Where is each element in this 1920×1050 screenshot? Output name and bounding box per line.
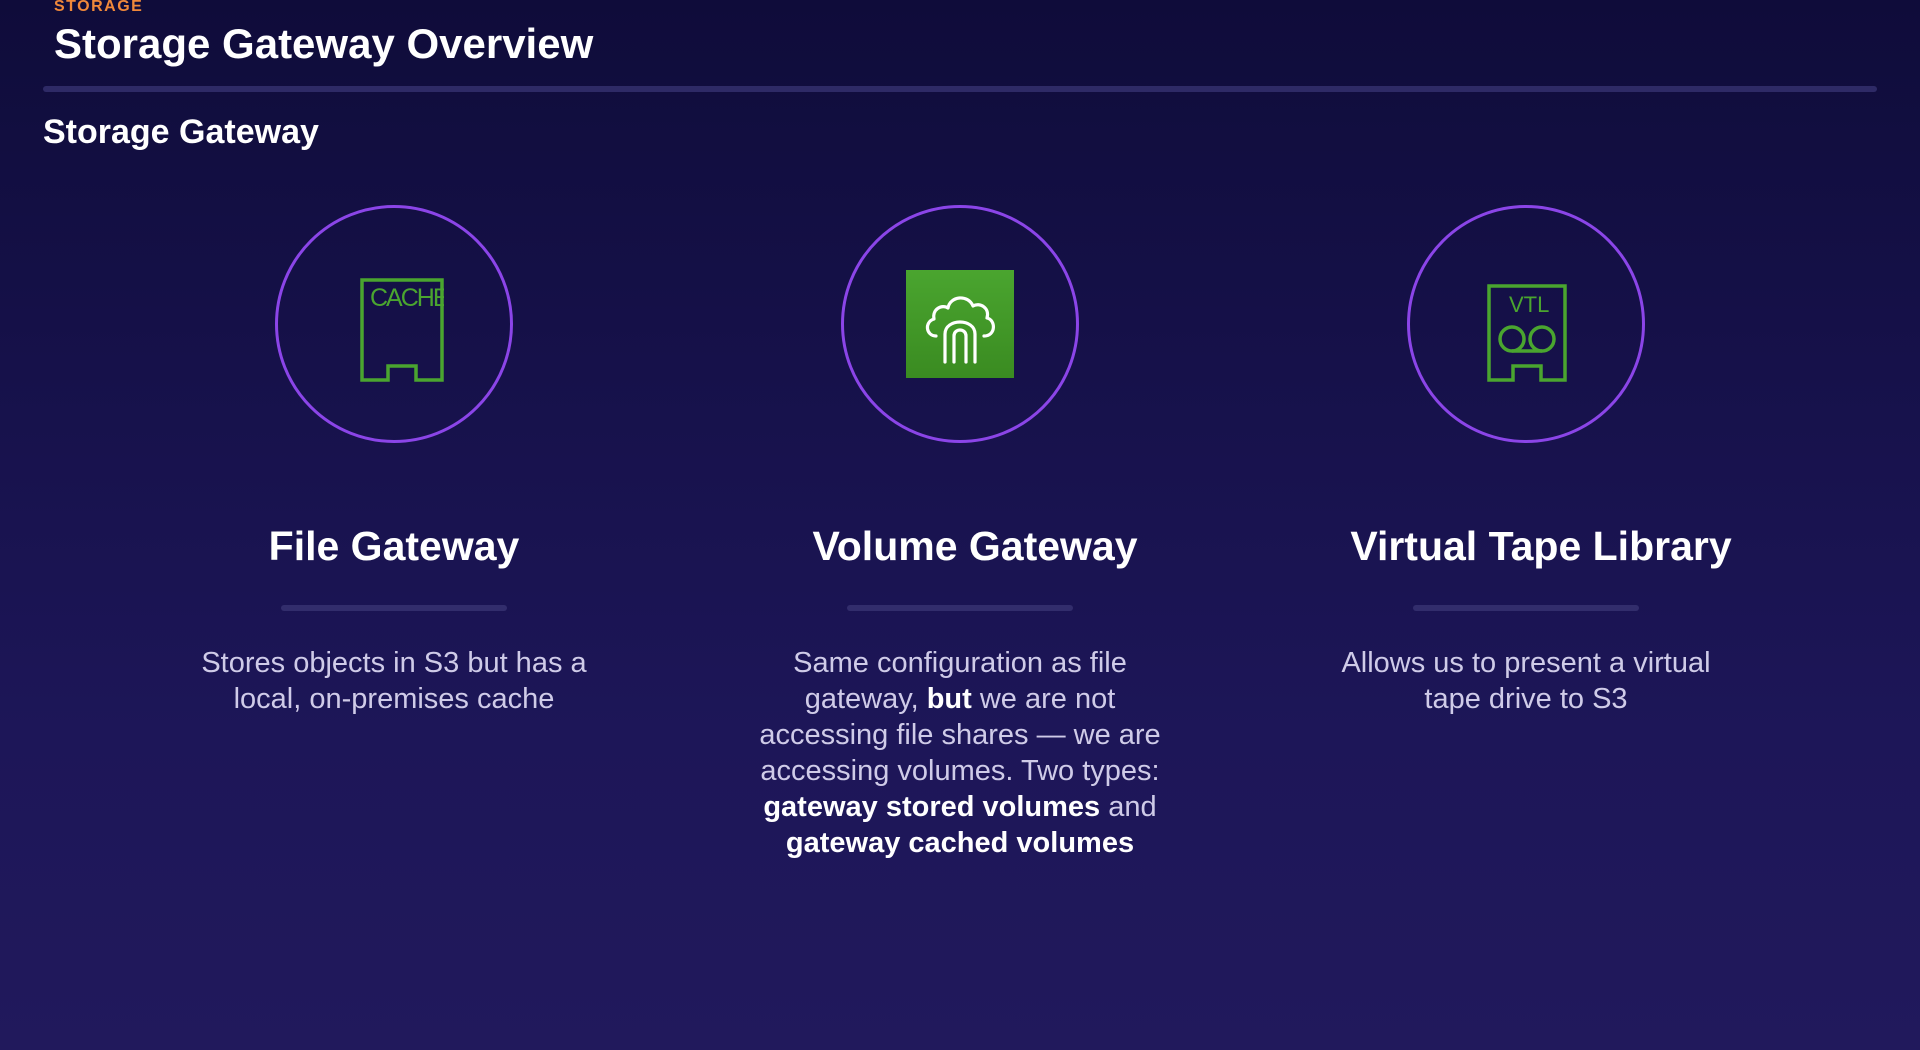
volume-gateway-description: Same configuration as file gateway, but … — [750, 645, 1170, 861]
virtual-tape-library-icon: VTL — [1487, 284, 1567, 382]
volume-gateway-title: Volume Gateway — [812, 523, 1138, 569]
file-gateway-divider — [281, 605, 507, 611]
vtl-title: Virtual Tape Library — [1350, 523, 1732, 569]
file-gateway-card: CACHE File Gateway Stores objects in S3 … — [134, 205, 654, 717]
desc-text-3: and — [1100, 791, 1157, 823]
section-kicker: STORAGE — [54, 0, 144, 15]
desc-bold-stored-volumes: gateway stored volumes — [763, 791, 1101, 823]
page-title: Storage Gateway Overview — [54, 20, 594, 67]
file-gateway-cache-icon: CACHE — [360, 278, 444, 382]
volume-gateway-icon-ring — [841, 205, 1079, 443]
desc-bold-but: but — [926, 683, 972, 715]
vtl-divider — [1413, 605, 1639, 611]
title-divider — [43, 86, 1877, 92]
vtl-card: VTL Virtual Tape Library Allows us to pr… — [1266, 205, 1786, 717]
desc-bold-cached-volumes: gateway cached volumes — [785, 827, 1135, 859]
file-gateway-title: File Gateway — [268, 523, 520, 569]
vtl-description: Allows us to present a virtual tape driv… — [1341, 647, 1711, 715]
section-title: Storage Gateway — [43, 113, 319, 151]
vtl-icon-label: VTL — [1509, 292, 1549, 317]
cache-icon-label: CACHE — [370, 284, 444, 312]
file-gateway-icon-ring: CACHE — [275, 205, 513, 443]
volume-gateway-tile — [906, 270, 1014, 378]
volume-gateway-divider — [847, 605, 1073, 611]
volume-gateway-card: Volume Gateway Same configuration as fil… — [700, 205, 1220, 861]
file-gateway-description: Stores objects in S3 but has a local, on… — [201, 647, 587, 715]
vtl-icon-ring: VTL — [1407, 205, 1645, 443]
volume-gateway-icon — [925, 296, 995, 364]
